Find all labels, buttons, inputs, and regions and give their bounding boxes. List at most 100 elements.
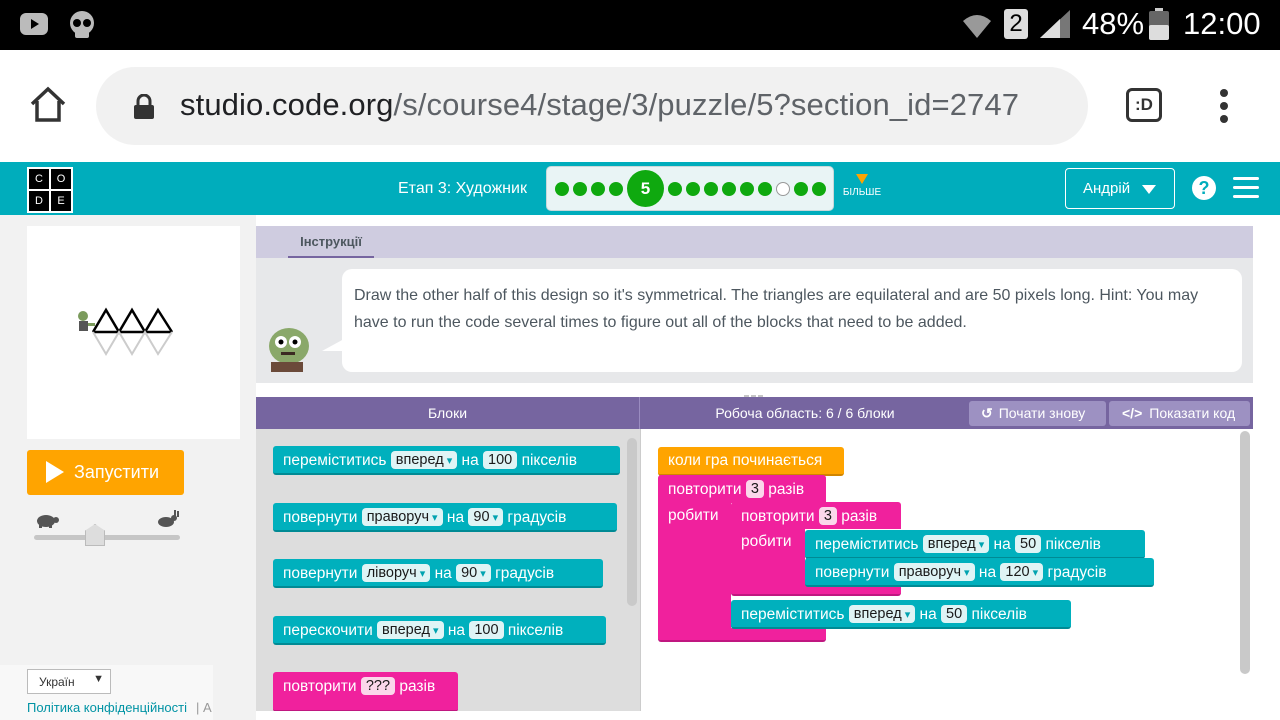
block-number[interactable]: 100 — [469, 621, 504, 639]
block-number[interactable]: ??? — [360, 677, 396, 695]
block-number[interactable]: 90 — [468, 508, 504, 526]
android-status-bar: 2 48% 12:00 — [0, 0, 1280, 50]
speed-slider-track[interactable] — [34, 535, 180, 540]
block-number[interactable]: 3 — [745, 480, 764, 498]
block-number[interactable]: 100 — [483, 451, 518, 469]
start-block[interactable]: коли гра починається — [658, 447, 844, 476]
puzzle-dot[interactable] — [704, 182, 718, 196]
block-dropdown[interactable]: вперед — [922, 535, 990, 553]
stage-label[interactable]: Етап 3: Художник — [398, 180, 527, 198]
move-forward-block[interactable]: переміститись вперед на 50 пікселів — [805, 530, 1145, 559]
puzzle-dot[interactable] — [758, 182, 772, 196]
address-bar[interactable]: studio.code.org/s/course4/stage/3/puzzle… — [96, 67, 1088, 145]
code-logo[interactable]: C O D E — [27, 167, 73, 213]
turn-right-block[interactable]: повернути праворуч на 120 градусів — [805, 558, 1154, 587]
block-text: перескочити — [283, 622, 373, 639]
block-dropdown[interactable]: вперед — [377, 621, 444, 639]
block-number[interactable]: 3 — [818, 507, 837, 525]
block-number[interactable]: 120 — [1000, 563, 1044, 581]
block-number[interactable]: 90 — [456, 564, 491, 582]
drawing-canvas — [27, 226, 240, 439]
codeorg-header: C O D E Етап 3: Художник 5 БІЛЬШЕ Андрій… — [0, 162, 1280, 215]
youtube-icon — [20, 13, 48, 35]
more-menu-icon[interactable] — [1219, 88, 1229, 124]
more-arrow-icon — [856, 174, 868, 184]
block-number[interactable]: 50 — [1015, 535, 1042, 553]
help-icon[interactable]: ? — [1192, 176, 1216, 200]
instructions-bubble: Draw the other half of this design so it… — [322, 269, 1242, 372]
tab-instructions[interactable]: Інструкції — [288, 226, 374, 258]
puzzle-dot[interactable] — [555, 182, 569, 196]
block-text: повторити — [283, 678, 357, 695]
block-dropdown[interactable]: праворуч — [893, 563, 975, 581]
puzzle-dot[interactable] — [609, 182, 623, 196]
current-puzzle-dot[interactable]: 5 — [627, 170, 664, 207]
block-text: коли гра починається — [668, 452, 823, 469]
instructions-panel: Інструкції Draw the other half of this d… — [256, 226, 1253, 383]
puzzle-dot[interactable] — [722, 182, 736, 196]
puzzle-dot[interactable] — [776, 182, 790, 196]
block-dropdown[interactable]: вперед — [848, 605, 916, 623]
logo-letter: D — [29, 191, 49, 211]
workspace-scrollbar[interactable] — [1240, 431, 1250, 674]
logo-letter: E — [51, 191, 71, 211]
toolbox-block-move[interactable]: переміститись вперед на 100 пікселів — [273, 446, 620, 475]
block-text: повторити — [741, 508, 815, 525]
battery-percent: 48% — [1082, 6, 1145, 41]
toolbox-block-turn-right[interactable]: повернути праворуч на 90 градусів — [273, 503, 617, 532]
block-dropdown[interactable]: праворуч — [361, 508, 443, 526]
puzzle-dot[interactable] — [573, 182, 587, 196]
extension-icon[interactable]: :D — [1126, 88, 1162, 122]
block-text: на — [447, 622, 466, 639]
run-button[interactable]: Запустити — [27, 450, 184, 495]
block-text: на — [446, 509, 465, 526]
left-panel: Запустити — [0, 215, 256, 720]
sim-indicator: 2 — [1004, 9, 1028, 39]
toolbox-block-turn-left[interactable]: повернути ліворуч на 90 градусів — [273, 559, 603, 588]
show-code-button[interactable]: </> Показати код — [1109, 401, 1250, 426]
user-menu-button[interactable]: Андрій — [1065, 168, 1175, 209]
url-text[interactable]: studio.code.org/s/course4/stage/3/puzzle… — [180, 87, 1070, 123]
language-select[interactable]: Україн ▼ — [27, 669, 111, 694]
puzzle-dot[interactable] — [686, 182, 700, 196]
url-host: studio.code.org — [180, 87, 394, 122]
block-number[interactable]: 50 — [941, 605, 968, 623]
move-forward-block-2[interactable]: переміститись вперед на 50 пікселів — [731, 600, 1071, 629]
privacy-link[interactable]: Політика конфіденційності — [27, 700, 187, 715]
puzzle-dot[interactable] — [794, 182, 808, 196]
home-icon[interactable] — [29, 86, 67, 122]
speed-slider-thumb[interactable] — [85, 524, 105, 546]
block-text: пікселів — [507, 622, 564, 639]
toolbox-block-repeat[interactable]: повторити ??? разів — [273, 672, 458, 711]
toolbox-scrollbar[interactable] — [627, 438, 637, 606]
outer-repeat-header: повторити 3 разів — [658, 475, 804, 504]
block-text: на — [993, 536, 1011, 553]
more-button[interactable]: БІЛЬШЕ — [840, 174, 884, 198]
page-footer: Україн ▼ Політика конфіденційності | А — [0, 665, 213, 720]
logo-letter: C — [29, 169, 49, 189]
puzzle-dot[interactable] — [591, 182, 605, 196]
workspace-header: Блоки Робоча область: 6 / 6 блоки ↺ Почат… — [256, 397, 1253, 429]
puzzle-dot[interactable] — [812, 182, 826, 196]
block-text: переміститись — [815, 536, 919, 553]
language-value: Україн — [39, 675, 75, 689]
zombie-avatar-icon — [269, 328, 309, 372]
instructions-tabbar: Інструкції — [256, 226, 1253, 258]
block-text: разів — [399, 678, 436, 695]
block-dropdown[interactable]: ліворуч — [361, 564, 431, 582]
restart-label: Почати знову — [998, 405, 1086, 421]
restart-button[interactable]: ↺ Почати знову — [969, 401, 1106, 426]
puzzle-dot[interactable] — [668, 182, 682, 196]
restart-icon: ↺ — [981, 405, 993, 421]
zombie-sprite-icon — [78, 311, 95, 331]
resize-handle[interactable] — [744, 387, 766, 400]
footer-separator: | А — [196, 700, 212, 715]
hamburger-menu-icon[interactable] — [1233, 177, 1259, 199]
block-text: разів — [768, 481, 805, 498]
block-dropdown[interactable]: вперед — [390, 451, 458, 469]
block-text: повернути — [283, 509, 358, 526]
block-text: разів — [841, 508, 878, 525]
puzzle-dot[interactable] — [740, 182, 754, 196]
workspace-title: Робоча область: 6 / 6 блоки — [715, 405, 895, 421]
toolbox-block-jump[interactable]: перескочити вперед на 100 пікселів — [273, 616, 606, 645]
